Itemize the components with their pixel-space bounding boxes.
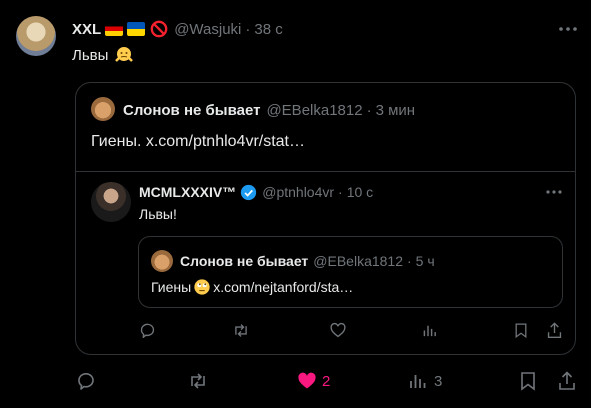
- like-icon[interactable]: [297, 371, 317, 391]
- retweet-icon[interactable]: [188, 371, 208, 391]
- handle[interactable]: @Wasjuki: [174, 21, 241, 38]
- views-count[interactable]: 3: [434, 373, 442, 390]
- reply-icon[interactable]: [76, 371, 96, 391]
- nested-quote-text-before: Гиены: [151, 279, 192, 295]
- nested-tweet-divider: [76, 171, 575, 172]
- tweet-header: XXL @Wasjuki · 38 с: [72, 19, 283, 39]
- quoted-tweet-text: Гиены. x.com/ptnhlo4vr/stat…: [91, 133, 305, 151]
- nested-quote-display-name: Слонов не бывает: [180, 253, 309, 269]
- nested-quoted-tweet[interactable]: [138, 236, 563, 308]
- nested-quote-handle: @EBelka1812: [313, 253, 403, 269]
- nested-quote-text-after: x.com/nejtanford/sta…: [213, 279, 354, 295]
- verified-badge-icon: [240, 184, 257, 201]
- more-options-icon[interactable]: [557, 20, 579, 38]
- nested-views-icon[interactable]: [422, 322, 438, 339]
- eye-roll-emoji-icon: [193, 278, 211, 296]
- nested-quote-separator: ·: [407, 253, 412, 269]
- nested-reply-icon[interactable]: [139, 322, 156, 339]
- bookmark-icon[interactable]: [518, 371, 538, 391]
- nested-more-options-icon[interactable]: [544, 184, 564, 200]
- nested-quote-timestamp: 5 ч: [415, 253, 435, 269]
- like-count[interactable]: 2: [322, 373, 330, 390]
- separator: ·: [245, 20, 251, 38]
- quoted-avatar[interactable]: [91, 97, 115, 121]
- prohibited-icon: [150, 20, 168, 38]
- nested-quote-header: Слонов не бывает @EBelka1812 · 5 ч: [180, 252, 435, 270]
- share-icon[interactable]: [557, 371, 577, 391]
- views-icon[interactable]: [408, 371, 428, 391]
- tweet-text: Львы: [72, 45, 134, 65]
- nested-tweet-header: MCMLXXXIV™ @ptnhlo4vr · 10 с: [139, 182, 373, 202]
- quoted-tweet-text-content: Гиены. x.com/ptnhlo4vr/stat…: [91, 133, 305, 150]
- nested-timestamp[interactable]: 10 с: [347, 184, 373, 200]
- nested-separator: ·: [338, 184, 343, 200]
- nested-avatar[interactable]: [91, 182, 131, 222]
- tweet-text-content: Львы: [72, 46, 109, 64]
- nested-like-icon[interactable]: [329, 322, 347, 339]
- nested-tweet-text: Львы!: [139, 206, 177, 222]
- quoted-tweet-header: Слонов не бывает @EBelka1812 · 3 мин: [123, 100, 415, 120]
- shrug-emoji-icon: [114, 45, 134, 65]
- nested-retweet-icon[interactable]: [232, 322, 250, 339]
- quoted-separator: ·: [366, 101, 372, 119]
- nested-handle[interactable]: @ptnhlo4vr: [262, 184, 334, 200]
- quoted-display-name: Слонов не бывает: [123, 101, 261, 119]
- nested-bookmark-icon[interactable]: [513, 322, 529, 339]
- nested-quote-text: Гиены x.com/nejtanford/sta…: [151, 278, 353, 296]
- timestamp[interactable]: 38 с: [254, 21, 282, 38]
- nested-share-icon[interactable]: [546, 322, 563, 339]
- nested-quote-avatar[interactable]: [151, 250, 173, 272]
- ukraine-flag-icon: [127, 22, 146, 36]
- avatar[interactable]: [16, 16, 56, 56]
- quoted-handle: @EBelka1812: [266, 101, 363, 119]
- germany-flag-icon: [105, 22, 124, 36]
- quoted-timestamp: 3 мин: [375, 101, 416, 119]
- display-name[interactable]: XXL: [72, 21, 101, 38]
- nested-display-name[interactable]: MCMLXXXIV™: [139, 184, 236, 200]
- nested-tweet-text-content: Львы!: [139, 206, 177, 222]
